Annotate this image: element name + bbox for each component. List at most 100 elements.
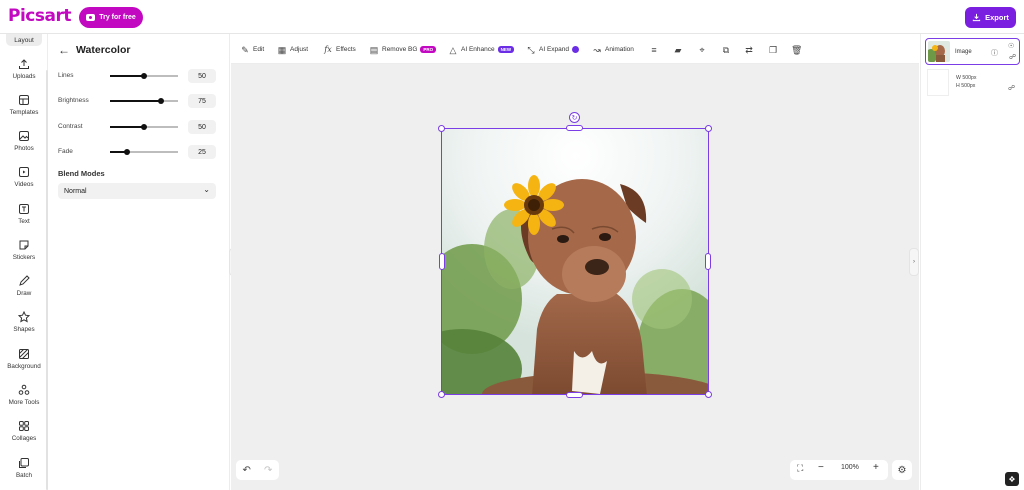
ai-enhance-tool[interactable]: △ AI Enhance NEW xyxy=(448,43,515,56)
undo-icon[interactable]: ↶ xyxy=(243,465,251,476)
blend-mode-select[interactable]: Normal ⌄ xyxy=(58,183,216,199)
eraser-button[interactable]: ▰ xyxy=(673,43,683,56)
layer-item-background[interactable]: W 500px H 500px ☍ xyxy=(925,69,1020,96)
align-button[interactable]: ≡ xyxy=(649,43,659,56)
adjust-tool[interactable]: ▦ Adjust xyxy=(277,43,308,56)
layer-thumbnail xyxy=(927,69,949,96)
photos-icon xyxy=(17,129,31,143)
sidebar-item-templates[interactable]: Templates xyxy=(0,93,48,116)
new-badge: NEW xyxy=(497,46,515,53)
layer-item-image[interactable]: Image ⓘ ☉ ☍ xyxy=(925,38,1020,65)
slider-knob[interactable] xyxy=(124,148,130,155)
chevron-down-icon: ⌄ xyxy=(203,185,210,194)
fit-screen-icon[interactable]: ⛶ xyxy=(797,463,803,474)
fade-slider-row: Fade 25 xyxy=(58,145,218,159)
remove-bg-tool[interactable]: ▤ Remove BG PRO xyxy=(369,43,437,56)
try-for-free-button[interactable]: Try for free xyxy=(79,7,143,28)
sidebar-item-layout[interactable]: Layout xyxy=(6,34,42,46)
fade-slider[interactable] xyxy=(110,148,178,155)
sidebar-item-more-tools[interactable]: More Tools xyxy=(0,383,48,406)
lines-value-input[interactable]: 50 xyxy=(188,69,216,83)
flip-button[interactable]: ⇄ xyxy=(744,43,754,56)
resize-handle-top-left[interactable] xyxy=(438,125,445,132)
canvas-width: W 500px xyxy=(956,75,977,81)
zoom-level[interactable]: 100% xyxy=(841,464,859,471)
resize-handle-left[interactable] xyxy=(439,253,445,270)
crown-icon xyxy=(86,14,96,21)
resize-handle-bottom[interactable] xyxy=(566,392,583,398)
sidebar-item-text[interactable]: Text xyxy=(0,202,48,225)
sidebar-item-background[interactable]: Background xyxy=(0,347,48,370)
ai-expand-tool[interactable]: ⤡ AI Expand xyxy=(526,43,579,56)
sidebar-item-label: Batch xyxy=(15,472,33,479)
sidebar-item-draw[interactable]: Draw xyxy=(0,274,48,297)
collages-icon xyxy=(17,419,31,433)
info-icon[interactable]: ⓘ xyxy=(991,48,998,58)
lock-icon[interactable]: ☍ xyxy=(1008,84,1015,92)
sidebar-item-label: Stickers xyxy=(12,254,36,261)
delete-button[interactable]: 🗑 xyxy=(791,43,803,56)
sidebar-item-label: More Tools xyxy=(8,399,40,406)
slider-fill xyxy=(110,75,144,77)
try-for-free-label: Try for free xyxy=(99,14,136,21)
panel-header: ← Watercolor xyxy=(58,43,130,57)
lines-slider[interactable] xyxy=(110,72,178,79)
draw-icon xyxy=(17,274,31,288)
sidebar-item-label: Shapes xyxy=(13,326,35,333)
adjust-icon: ▦ xyxy=(277,44,287,55)
contrast-slider[interactable] xyxy=(110,123,178,130)
canvas-settings-button[interactable]: ⚙ xyxy=(892,460,912,480)
resize-handle-right[interactable] xyxy=(705,253,711,270)
lock-icon[interactable]: ☍ xyxy=(1009,53,1016,61)
sidebar-item-label: Background xyxy=(7,363,41,370)
duplicate-button[interactable]: ❐ xyxy=(768,43,778,56)
animation-tool[interactable]: ↝ Animation xyxy=(592,43,634,56)
crop-button[interactable]: ⌖ xyxy=(697,43,707,56)
zoom-out-icon[interactable]: − xyxy=(818,462,824,473)
brightness-slider[interactable] xyxy=(110,97,178,104)
batch-icon xyxy=(17,456,31,470)
slider-knob[interactable] xyxy=(158,97,164,104)
sidebar-item-photos[interactable]: Photos xyxy=(0,129,48,152)
crop-icon: ⌖ xyxy=(699,44,705,55)
trash-icon: 🗑 xyxy=(791,44,803,55)
resize-handle-bottom-left[interactable] xyxy=(438,391,445,398)
resize-handle-top[interactable] xyxy=(566,125,583,131)
image-layer[interactable] xyxy=(441,128,709,395)
eye-icon[interactable]: ☉ xyxy=(1008,42,1014,50)
flip-icon: ⇄ xyxy=(745,44,753,55)
slider-knob[interactable] xyxy=(141,72,147,79)
zoom-in-icon[interactable]: + xyxy=(873,462,879,473)
layers-panel: Image ⓘ ☉ ☍ W 500px H 500px ☍ xyxy=(920,34,1024,490)
redo-icon[interactable]: ↷ xyxy=(264,465,272,476)
sidebar-item-label: Templates xyxy=(9,109,39,116)
sidebar-item-stickers[interactable]: Stickers xyxy=(0,238,48,261)
replace-button[interactable]: ⧉ xyxy=(721,43,731,56)
align-icon: ≡ xyxy=(651,44,657,55)
back-arrow-icon[interactable]: ← xyxy=(58,43,70,57)
blend-modes-label: Blend Modes xyxy=(58,169,105,178)
edit-toolbar: ✎ Edit ▦ Adjust fx Effects ▤ Remove BG PRO △ A… xyxy=(231,35,919,64)
sidebar-item-videos[interactable]: Videos xyxy=(0,165,48,188)
blend-mode-value: Normal xyxy=(64,187,87,195)
contrast-value-input[interactable]: 50 xyxy=(188,120,216,134)
collapse-layers-panel-button[interactable]: › xyxy=(909,248,919,276)
picsart-logo[interactable]: Picsart xyxy=(8,6,71,26)
fade-value-input[interactable]: 25 xyxy=(188,145,216,159)
brightness-value-input[interactable]: 75 xyxy=(188,94,216,108)
videos-icon xyxy=(17,165,31,179)
sidebar-item-collages[interactable]: Collages xyxy=(0,419,48,442)
edit-tool[interactable]: ✎ Edit xyxy=(240,43,264,56)
upload-icon xyxy=(17,57,31,71)
sidebar-item-shapes[interactable]: Shapes xyxy=(0,310,48,333)
export-button[interactable]: Export xyxy=(965,7,1016,28)
effects-tool[interactable]: fx Effects xyxy=(323,43,356,56)
resize-handle-bottom-right[interactable] xyxy=(705,391,712,398)
help-chat-icon[interactable]: ❖ xyxy=(1005,472,1019,486)
edit-icon: ✎ xyxy=(241,44,249,55)
sidebar-item-batch[interactable]: Batch xyxy=(0,456,48,479)
resize-handle-top-right[interactable] xyxy=(705,125,712,132)
slider-knob[interactable] xyxy=(141,123,147,130)
rotate-handle[interactable]: ↻ xyxy=(569,112,580,123)
sidebar-item-uploads[interactable]: Uploads xyxy=(0,57,48,80)
